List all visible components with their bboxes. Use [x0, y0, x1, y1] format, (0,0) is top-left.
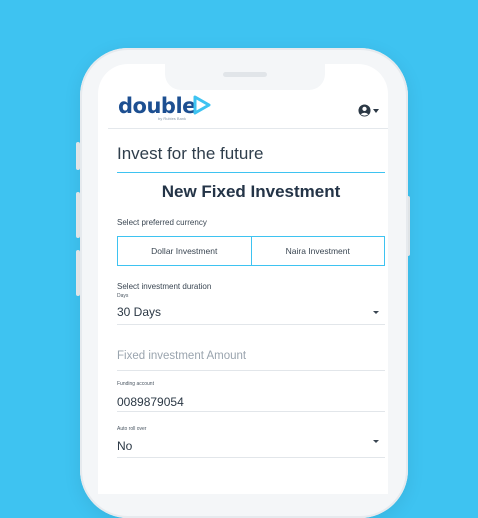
duration-underline: [117, 324, 385, 325]
play-icon: [193, 95, 211, 115]
auto-rollover-underline: [117, 457, 385, 458]
phone-speaker: [223, 72, 267, 77]
user-avatar-icon: [358, 104, 371, 117]
brand-logo[interactable]: double by Rubies Bank: [118, 94, 196, 122]
chevron-down-icon: [373, 108, 379, 113]
currency-toggle[interactable]: Dollar Investment Naira Investment: [117, 236, 385, 266]
header-divider: [108, 128, 388, 129]
auto-rollover-select[interactable]: No: [117, 439, 132, 453]
duration-caret-icon[interactable]: [373, 311, 379, 314]
funding-account-field[interactable]: 0089879054: [117, 395, 184, 409]
brand-name: double: [118, 94, 196, 118]
duration-select[interactable]: 30 Days: [117, 305, 161, 319]
user-menu[interactable]: [358, 104, 379, 117]
auto-rollover-caret-icon[interactable]: [373, 440, 379, 443]
funding-account-label: Funding account: [117, 381, 154, 387]
auto-rollover-label: Auto roll over: [117, 426, 147, 432]
amount-input[interactable]: Fixed investment Amount: [117, 350, 246, 362]
page-title: Invest for the future: [117, 144, 264, 163]
title-underline: [117, 172, 385, 173]
amount-underline: [117, 370, 385, 371]
brand-tagline: by Rubies Bank: [158, 116, 187, 121]
duration-label: Select investment duration: [117, 282, 212, 291]
form-title: New Fixed Investment: [161, 182, 341, 201]
duration-unit-label: Days: [117, 293, 129, 299]
dollar-investment-option[interactable]: Dollar Investment: [118, 237, 251, 265]
phone-notch: [165, 64, 325, 90]
currency-label: Select preferred currency: [117, 218, 207, 227]
funding-account-underline: [117, 411, 385, 412]
naira-investment-option[interactable]: Naira Investment: [250, 237, 385, 265]
